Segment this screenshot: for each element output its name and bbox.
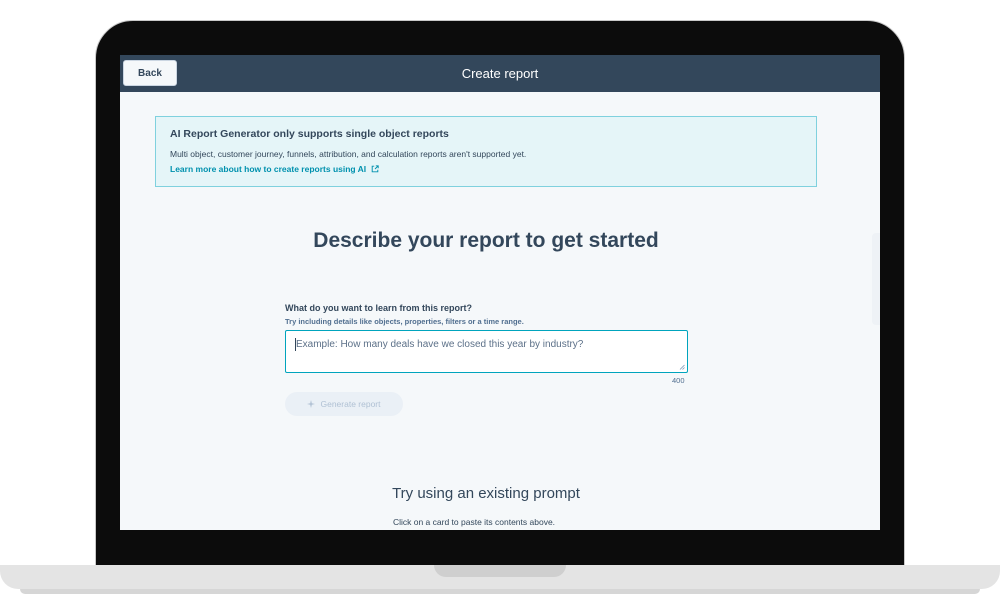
learn-more-link-label: Learn more about how to create reports u… bbox=[170, 164, 367, 174]
prompt-placeholder: Example: How many deals have we closed t… bbox=[296, 339, 584, 350]
app-screen: Create report Back AI Report Generator o… bbox=[120, 55, 880, 530]
alert-body: Multi object, customer journey, funnels,… bbox=[170, 149, 527, 159]
generate-report-label: Generate report bbox=[320, 399, 381, 409]
laptop-shadow bbox=[20, 589, 980, 594]
external-link-icon bbox=[371, 165, 379, 173]
prompt-label: What do you want to learn from this repo… bbox=[285, 303, 473, 313]
side-panel-tab[interactable] bbox=[872, 233, 880, 325]
character-counter: 400 bbox=[672, 376, 685, 385]
laptop-notch bbox=[434, 565, 566, 577]
report-prompt-input[interactable]: Example: How many deals have we closed t… bbox=[285, 330, 688, 373]
prompt-help-text: Try including details like objects, prop… bbox=[285, 317, 524, 326]
sparkle-icon bbox=[307, 400, 316, 408]
learn-more-link[interactable]: Learn more about how to create reports u… bbox=[170, 164, 379, 174]
main-heading: Describe your report to get started bbox=[313, 229, 659, 252]
info-alert: AI Report Generator only supports single… bbox=[155, 116, 817, 187]
top-bar: Create report Back bbox=[120, 55, 880, 92]
existing-prompts-subtitle: Click on a card to paste its contents ab… bbox=[392, 517, 556, 527]
generate-report-button[interactable]: Generate report bbox=[285, 392, 403, 416]
alert-title: AI Report Generator only supports single… bbox=[170, 128, 449, 140]
back-button[interactable]: Back bbox=[123, 60, 177, 86]
resize-handle-icon[interactable] bbox=[679, 364, 685, 370]
page-title: Create report bbox=[461, 66, 539, 81]
existing-prompts-title: Try using an existing prompt bbox=[392, 485, 580, 502]
